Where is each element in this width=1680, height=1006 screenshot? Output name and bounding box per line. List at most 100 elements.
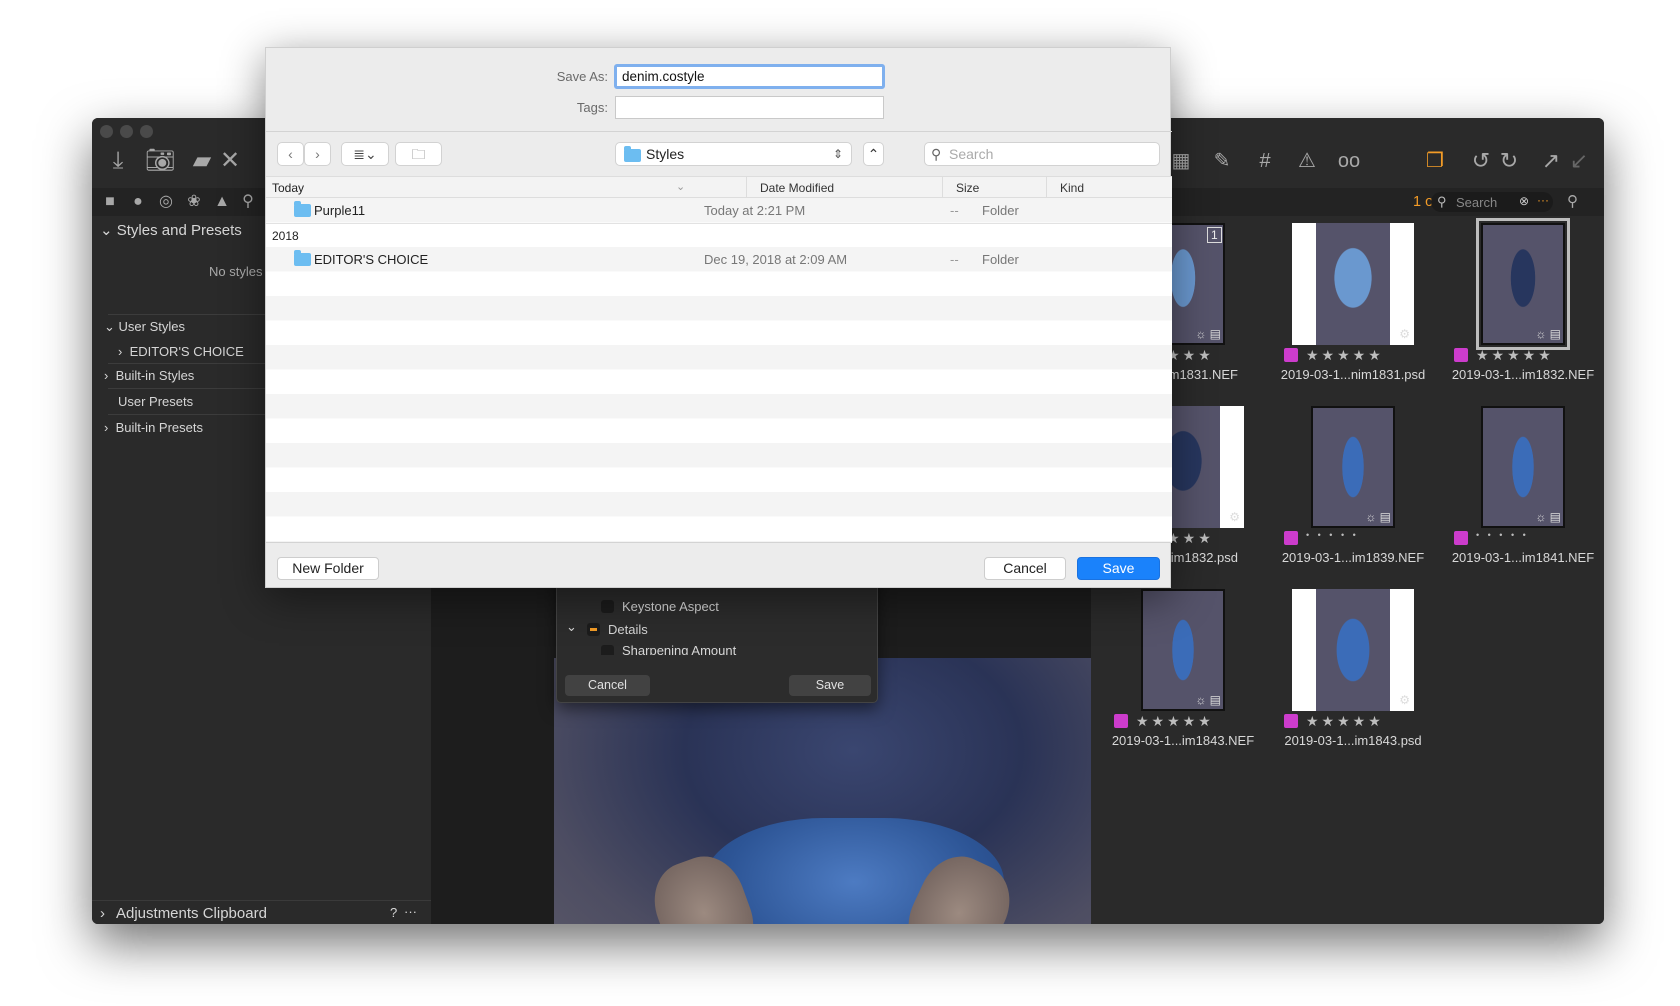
- column-kind[interactable]: Kind: [1060, 181, 1084, 195]
- minimize-window-button[interactable]: [120, 125, 133, 138]
- file-row-purple11[interactable]: Purple11 Today at 2:21 PM -- Folder: [266, 198, 1172, 223]
- thumbnail-filename: 2019-03-1...im1832.NEF: [1451, 367, 1595, 382]
- filter-more-icon[interactable]: ···: [1537, 193, 1549, 207]
- expand-collapse-button[interactable]: ⌃: [863, 142, 884, 166]
- column-size[interactable]: Size: [956, 181, 979, 195]
- star-rating[interactable]: ★★★★★: [1306, 713, 1426, 730]
- thumbnail-filename: 2019-03-1...im1839.NEF: [1281, 550, 1425, 565]
- thumbnail[interactable]: ⚙ ★★★★★ 2019-03-1...nim1831.psd: [1268, 223, 1438, 393]
- color-tag[interactable]: [1114, 714, 1128, 728]
- chevron-right-icon: ›: [104, 420, 116, 435]
- search-icon: ⚲: [1437, 194, 1447, 209]
- thumbnail[interactable]: ☼ ▤ • • • • • 2019-03-1...im1839.NEF: [1268, 406, 1438, 576]
- no-styles-text: No styles: [209, 264, 263, 279]
- star-rating[interactable]: • • • • •: [1306, 530, 1426, 540]
- group-header-2018: 2018: [266, 222, 1172, 247]
- save-button[interactable]: Save: [1077, 557, 1160, 580]
- thumbnail-filename: 2019-03-1...im1843.psd: [1284, 733, 1422, 748]
- color-tag[interactable]: [1284, 531, 1298, 545]
- search-tab-icon[interactable]: ⚲: [232, 188, 264, 216]
- tree-item-user-styles[interactable]: ⌄ User Styles: [104, 319, 185, 335]
- zoom-icon[interactable]: ⚲: [1567, 192, 1578, 210]
- chevron-down-icon: ⌄: [104, 319, 119, 334]
- star-rating[interactable]: ★★★★★: [1136, 713, 1256, 730]
- chevron-right-icon: ›: [118, 344, 130, 359]
- thumbnail[interactable]: ☼ ▤ ★★★★★ 2019-03-1...im1832.NEF: [1438, 218, 1604, 393]
- gear-icon: ⚙: [1399, 693, 1410, 707]
- browser-search-field[interactable]: ⚲ Search ⊗ ···: [1431, 192, 1553, 212]
- updown-chevron-icon: ⇕: [832, 147, 843, 161]
- new-folder-button[interactable]: New Folder: [277, 557, 379, 580]
- sharpening-checkbox[interactable]: [601, 645, 614, 655]
- thumbnail-filename: 2019-03-1...nim1831.psd: [1280, 367, 1426, 382]
- thumbnail[interactable]: ⚙ ★★★★★ 2019-03-1...im1843.psd: [1268, 589, 1438, 759]
- adjusted-icon: ☼ ▤: [1535, 327, 1561, 341]
- warning-icon[interactable]: ⚠: [1291, 146, 1323, 176]
- grid-overlay-icon[interactable]: #: [1249, 146, 1281, 176]
- chevron-right-icon: ›: [100, 905, 105, 922]
- adjusted-icon: ☼ ▤: [1365, 510, 1391, 524]
- zoom-window-button[interactable]: [140, 125, 153, 138]
- color-tag[interactable]: [1454, 531, 1468, 545]
- adjusted-icon: ☼ ▤: [1535, 510, 1561, 524]
- star-rating[interactable]: ★★★★★: [1306, 347, 1426, 364]
- thumbnail-image: [1292, 589, 1414, 711]
- new-folder-icon-button[interactable]: 🗀: [395, 142, 442, 166]
- clear-search-icon[interactable]: ⊗: [1519, 194, 1529, 208]
- keystone-aspect-checkbox[interactable]: [601, 600, 614, 613]
- cancel-button[interactable]: Cancel: [984, 557, 1066, 580]
- save-as-input[interactable]: [614, 64, 885, 89]
- adjusted-icon: ☼ ▤: [1195, 327, 1221, 341]
- star-rating[interactable]: • • • • •: [1476, 530, 1596, 540]
- adjustments-clipboard-header[interactable]: › Adjustments Clipboard ? ···: [92, 900, 431, 924]
- close-window-button[interactable]: [100, 125, 113, 138]
- gear-icon: ⚙: [1229, 510, 1240, 524]
- more-icon[interactable]: ···: [404, 904, 417, 919]
- thumbnail-image: [1292, 223, 1414, 345]
- chevron-down-icon: ⌄: [100, 222, 117, 239]
- chevron-right-icon: ›: [104, 368, 116, 383]
- delete-icon[interactable]: ✕: [214, 146, 246, 176]
- color-tag[interactable]: [1284, 348, 1298, 362]
- thumbnail-filename: 2019-03-1...im1841.NEF: [1451, 550, 1595, 565]
- thumbnail[interactable]: ☼ ▤ • • • • • 2019-03-1...im1841.NEF: [1438, 406, 1604, 576]
- import-icon[interactable]: ⤓: [102, 146, 134, 176]
- import-arrow-icon[interactable]: ↙: [1563, 146, 1595, 176]
- style-save-button[interactable]: Save: [789, 675, 871, 696]
- column-header: Today ⌄ Date Modified Size Kind: [266, 176, 1172, 198]
- adjusted-icon: ☼ ▤: [1195, 693, 1221, 707]
- help-icon[interactable]: ?: [390, 905, 397, 920]
- tags-input[interactable]: [615, 96, 884, 119]
- color-tag[interactable]: [1284, 714, 1298, 728]
- back-button[interactable]: ‹: [277, 142, 304, 166]
- tree-item-built-in-presets[interactable]: › Built-in Presets: [104, 420, 203, 435]
- style-cancel-button[interactable]: Cancel: [565, 675, 650, 696]
- glasses-icon[interactable]: oo: [1333, 146, 1365, 176]
- camera-icon[interactable]: 📷︎: [144, 146, 176, 176]
- gear-icon: ⚙: [1399, 327, 1410, 341]
- file-row-editors-choice[interactable]: EDITOR'S CHOICE Dec 19, 2018 at 2:09 AM …: [266, 247, 1172, 272]
- sort-chevron-icon[interactable]: ⌄: [676, 180, 685, 193]
- chevron-down-icon[interactable]: ⌄: [566, 619, 577, 635]
- file-list: Purple11 Today at 2:21 PM -- Folder 2018…: [266, 198, 1172, 542]
- multi-view-icon[interactable]: ❐: [1419, 146, 1451, 176]
- tree-item-editors-choice[interactable]: › EDITOR'S CHOICE: [118, 344, 244, 359]
- search-icon: ⚲: [931, 146, 942, 162]
- column-date-modified[interactable]: Date Modified: [760, 181, 834, 195]
- rotate-right-icon[interactable]: ↻: [1493, 146, 1525, 176]
- thumbnail[interactable]: ☼ ▤ ★★★★★ 2019-03-1...im1843.NEF: [1098, 589, 1268, 759]
- color-tag[interactable]: [1454, 348, 1468, 362]
- dialog-search-field[interactable]: ⚲ Search: [924, 142, 1160, 166]
- edit-icon[interactable]: ✎: [1206, 146, 1238, 176]
- version-badge: 1: [1207, 227, 1222, 243]
- forward-button[interactable]: ›: [304, 142, 331, 166]
- location-popup[interactable]: Styles ⇕: [615, 142, 852, 166]
- star-rating[interactable]: ★★★★★: [1476, 347, 1596, 364]
- tree-item-user-presets[interactable]: User Presets: [118, 394, 193, 409]
- details-checkbox[interactable]: [587, 623, 600, 636]
- thumbnail-filename: 2019-03-1...im1843.NEF: [1111, 733, 1255, 748]
- save-dialog: Save As: Tags: ‹ › ≣⌄ 🗀 Styles ⇕ ⌃ ⚲ Sea…: [265, 47, 1172, 588]
- view-options-button[interactable]: ≣⌄: [341, 142, 389, 166]
- styles-presets-header[interactable]: ⌄ Styles and Presets: [100, 221, 242, 239]
- tree-item-built-in-styles[interactable]: › Built-in Styles: [104, 368, 194, 383]
